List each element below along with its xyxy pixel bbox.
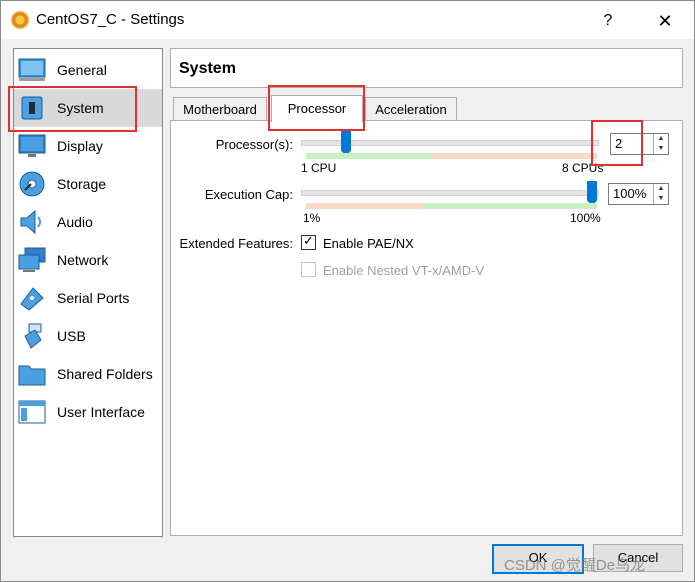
sidebar-item-network[interactable]: Network [14,241,162,279]
sidebar-item-label: Network [57,252,109,268]
extended-features-label: Extended Features: [179,236,293,251]
sidebar-item-audio[interactable]: Audio [14,203,162,241]
tab-processor[interactable]: Processor [271,95,363,122]
nested-vtx-label: Enable Nested VT-x/AMD-V [323,263,485,278]
spin-up-icon[interactable]: ▲ [654,134,668,144]
close-button[interactable]: ✕ [651,9,679,33]
processor-overcommit-zone [431,153,597,159]
sidebar-item-label: Shared Folders [57,366,153,382]
settings-window: CentOS7_C - Settings ? ✕ General System … [0,0,695,582]
sidebar-item-shared-folders[interactable]: Shared Folders [14,355,162,393]
network-icon [18,247,46,272]
serial-port-icon [20,287,44,311]
sidebar-item-label: General [57,62,107,78]
monitor-icon [18,134,46,157]
help-button[interactable]: ? [596,9,620,33]
nested-vtx-checkbox [301,262,316,277]
disk-icon [19,171,45,197]
execution-cap-good-zone [424,203,597,209]
sidebar-item-label: Storage [57,176,107,192]
sidebar-item-serial-ports[interactable]: Serial Ports [14,279,162,317]
pae-nx-label[interactable]: Enable PAE/NX [323,236,414,251]
sidebar-item-label: USB [57,328,86,344]
processor-slider-handle[interactable] [341,131,352,155]
sidebar-item-user-interface[interactable]: User Interface [14,393,162,431]
processor-min-label: 1 CPU [301,161,337,175]
speaker-icon [20,209,41,235]
tab-motherboard[interactable]: Motherboard [173,97,267,121]
window-icon [18,400,46,424]
highlight-system [8,86,137,132]
usb-icon [24,323,42,349]
window-title: CentOS7_C - Settings [36,11,185,28]
processor-panel [170,120,683,536]
page-header: System [170,48,683,88]
general-icon [18,58,46,81]
sidebar-item-label: Audio [57,214,93,230]
sidebar-item-usb[interactable]: USB [14,317,162,355]
processor-label: Processor(s): [215,137,293,152]
spin-down-icon[interactable]: ▼ [654,194,668,204]
spin-up-icon[interactable]: ▲ [654,184,668,194]
sidebar-item-storage[interactable]: Storage [14,165,162,203]
execution-cap-min-label: 1% [303,211,321,225]
tab-acceleration[interactable]: Acceleration [365,97,457,121]
watermark-text: CSDN @觉醒De鸟龙 [504,557,646,574]
execution-cap-spinbox[interactable]: 100% ▲ ▼ [608,183,669,205]
execution-cap-slider-handle[interactable] [587,181,597,205]
sidebar-item-display[interactable]: Display [14,127,162,165]
spin-down-icon[interactable]: ▼ [654,144,668,154]
execution-cap-spin-arrows: ▲ ▼ [653,184,668,204]
pae-nx-checkbox[interactable]: ✓ [301,233,316,250]
sidebar-item-label: User Interface [57,404,145,420]
processor-good-zone [306,153,431,159]
checkmark-icon: ✓ [303,233,314,248]
sidebar-item-general[interactable]: General [14,51,162,89]
execution-cap-max-label: 100% [570,211,601,225]
execution-cap-low-zone [306,203,424,209]
virtualbox-app-icon [11,11,29,29]
folder-icon [18,365,46,386]
execution-cap-label: Execution Cap: [204,187,293,202]
processor-spin-arrows: ▲ ▼ [653,134,668,154]
sidebar-item-label: Serial Ports [57,290,130,306]
highlight-processor-count [591,120,643,166]
execution-cap-slider-track[interactable] [301,190,599,196]
page-title: System [179,60,236,77]
execution-cap-value: 100% [613,186,647,201]
sidebar-item-label: Display [57,138,103,154]
title-bar: CentOS7_C - Settings ? ✕ [1,1,694,39]
